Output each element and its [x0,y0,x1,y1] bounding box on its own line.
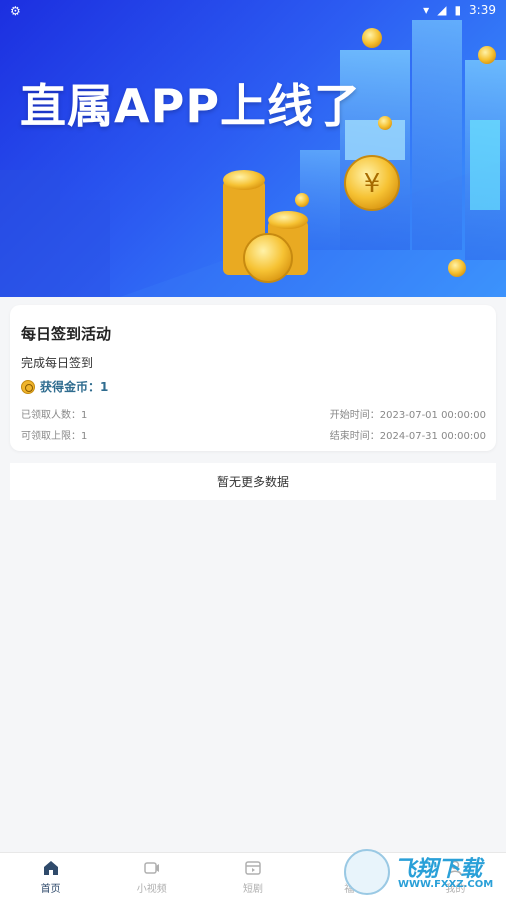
clock: 3:39 [469,3,496,17]
start-time: 开始时间：2023-07-01 00:00:00 [329,410,486,421]
no-more-data: 暂无更多数据 [10,463,496,500]
settings-icon: ⚙ [10,4,21,18]
tab-home[interactable]: 首页 [0,853,101,901]
coin-icon [21,379,35,394]
tab-video[interactable]: 小视频 [101,853,202,901]
status-bar: ⚙ ▾ ◢ ▮ 3:39 [0,0,506,22]
svg-text:¥: ¥ [364,169,381,199]
tab-label: 首页 [40,884,61,895]
activity-description: 完成每日签到 [21,356,94,370]
watermark: 飞翔下载 WWW.FXXZ.COM [344,849,500,895]
watermark-url: WWW.FXXZ.COM [398,879,494,890]
claimed-count: 已领取人数：1 [21,410,88,421]
battery-icon: ▮ [454,3,462,17]
claim-limit: 可领取上限：1 [21,431,88,442]
activity-reward: 获得金币：1 [21,378,108,395]
tab-label: 小视频 [136,884,167,895]
activity-card[interactable]: 每日签到活动 完成每日签到 获得金币：1 已领取人数：1 可领取上限：1 开始时… [10,305,496,451]
activity-title: 每日签到活动 [21,325,112,343]
tab-label: 短剧 [243,884,263,895]
banner-title: 直属APP上线了 [20,79,362,133]
wifi-icon: ▾ [423,3,430,17]
tab-drama[interactable]: 短剧 [202,853,303,901]
film-icon [245,861,261,875]
banner[interactable]: ¥ ⚙ ▾ ◢ ▮ 3:39 直属APP上线了 [0,0,506,297]
signal-icon: ◢ [437,3,447,17]
end-time: 结束时间：2024-07-31 00:00:00 [329,431,486,442]
reward-text: 获得金币：1 [40,380,109,394]
home-icon [43,861,58,875]
video-icon [144,862,159,874]
watermark-logo [344,849,390,895]
city-coins-illustration: ¥ [0,20,506,297]
